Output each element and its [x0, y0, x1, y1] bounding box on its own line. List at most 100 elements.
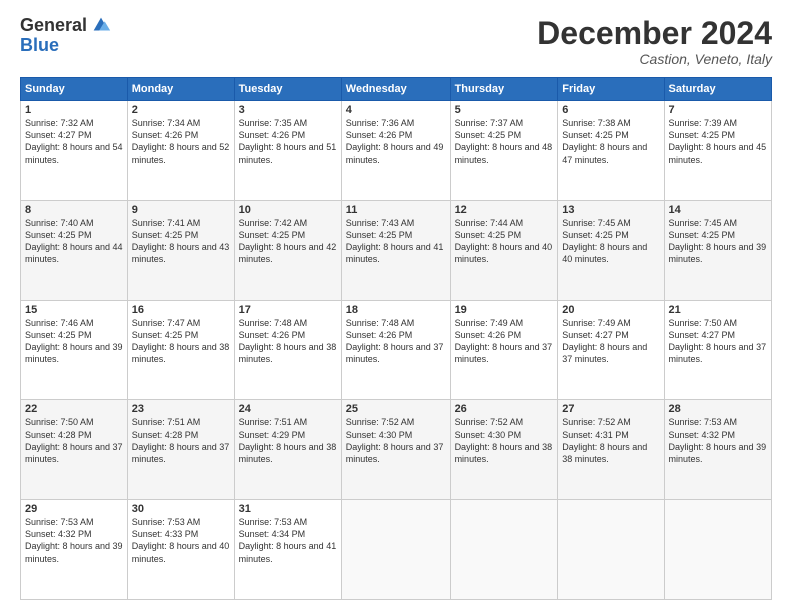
day-info: Sunrise: 7:45 AMSunset: 4:25 PMDaylight:… — [669, 217, 767, 266]
calendar-cell: 7Sunrise: 7:39 AMSunset: 4:25 PMDaylight… — [664, 101, 771, 201]
weekday-sunday: Sunday — [21, 78, 128, 101]
day-info: Sunrise: 7:41 AMSunset: 4:25 PMDaylight:… — [132, 217, 230, 266]
month-title: December 2024 — [537, 16, 772, 51]
day-number: 23 — [132, 403, 230, 415]
day-number: 4 — [346, 104, 446, 116]
day-number: 7 — [669, 104, 767, 116]
page: General Blue December 2024 Castion, Vene… — [0, 0, 792, 612]
day-info: Sunrise: 7:53 AMSunset: 4:32 PMDaylight:… — [25, 516, 123, 565]
day-info: Sunrise: 7:51 AMSunset: 4:28 PMDaylight:… — [132, 416, 230, 465]
location-subtitle: Castion, Veneto, Italy — [537, 51, 772, 67]
day-info: Sunrise: 7:51 AMSunset: 4:29 PMDaylight:… — [239, 416, 337, 465]
day-info: Sunrise: 7:50 AMSunset: 4:28 PMDaylight:… — [25, 416, 123, 465]
calendar-cell: 10Sunrise: 7:42 AMSunset: 4:25 PMDayligh… — [234, 200, 341, 300]
day-info: Sunrise: 7:53 AMSunset: 4:33 PMDaylight:… — [132, 516, 230, 565]
day-number: 12 — [455, 204, 554, 216]
day-info: Sunrise: 7:53 AMSunset: 4:34 PMDaylight:… — [239, 516, 337, 565]
calendar-cell: 22Sunrise: 7:50 AMSunset: 4:28 PMDayligh… — [21, 400, 128, 500]
day-number: 28 — [669, 403, 767, 415]
day-number: 6 — [562, 104, 659, 116]
day-info: Sunrise: 7:35 AMSunset: 4:26 PMDaylight:… — [239, 117, 337, 166]
calendar-cell: 21Sunrise: 7:50 AMSunset: 4:27 PMDayligh… — [664, 300, 771, 400]
day-info: Sunrise: 7:49 AMSunset: 4:27 PMDaylight:… — [562, 317, 659, 366]
calendar-cell: 18Sunrise: 7:48 AMSunset: 4:26 PMDayligh… — [341, 300, 450, 400]
day-info: Sunrise: 7:37 AMSunset: 4:25 PMDaylight:… — [455, 117, 554, 166]
day-info: Sunrise: 7:48 AMSunset: 4:26 PMDaylight:… — [239, 317, 337, 366]
calendar-cell: 26Sunrise: 7:52 AMSunset: 4:30 PMDayligh… — [450, 400, 558, 500]
calendar-cell: 31Sunrise: 7:53 AMSunset: 4:34 PMDayligh… — [234, 500, 341, 600]
calendar-cell — [664, 500, 771, 600]
day-info: Sunrise: 7:43 AMSunset: 4:25 PMDaylight:… — [346, 217, 446, 266]
day-number: 3 — [239, 104, 337, 116]
calendar-cell: 2Sunrise: 7:34 AMSunset: 4:26 PMDaylight… — [127, 101, 234, 201]
calendar-cell: 16Sunrise: 7:47 AMSunset: 4:25 PMDayligh… — [127, 300, 234, 400]
day-info: Sunrise: 7:39 AMSunset: 4:25 PMDaylight:… — [669, 117, 767, 166]
calendar-cell: 28Sunrise: 7:53 AMSunset: 4:32 PMDayligh… — [664, 400, 771, 500]
day-number: 8 — [25, 204, 123, 216]
week-row-1: 8Sunrise: 7:40 AMSunset: 4:25 PMDaylight… — [21, 200, 772, 300]
day-number: 22 — [25, 403, 123, 415]
logo: General Blue — [20, 16, 112, 56]
day-info: Sunrise: 7:47 AMSunset: 4:25 PMDaylight:… — [132, 317, 230, 366]
day-info: Sunrise: 7:34 AMSunset: 4:26 PMDaylight:… — [132, 117, 230, 166]
calendar-cell: 17Sunrise: 7:48 AMSunset: 4:26 PMDayligh… — [234, 300, 341, 400]
calendar-cell: 19Sunrise: 7:49 AMSunset: 4:26 PMDayligh… — [450, 300, 558, 400]
week-row-4: 29Sunrise: 7:53 AMSunset: 4:32 PMDayligh… — [21, 500, 772, 600]
day-number: 9 — [132, 204, 230, 216]
week-row-3: 22Sunrise: 7:50 AMSunset: 4:28 PMDayligh… — [21, 400, 772, 500]
weekday-wednesday: Wednesday — [341, 78, 450, 101]
day-number: 1 — [25, 104, 123, 116]
day-number: 13 — [562, 204, 659, 216]
header: General Blue December 2024 Castion, Vene… — [20, 16, 772, 67]
day-number: 17 — [239, 304, 337, 316]
day-info: Sunrise: 7:48 AMSunset: 4:26 PMDaylight:… — [346, 317, 446, 366]
calendar-cell: 12Sunrise: 7:44 AMSunset: 4:25 PMDayligh… — [450, 200, 558, 300]
day-info: Sunrise: 7:52 AMSunset: 4:30 PMDaylight:… — [455, 416, 554, 465]
calendar-cell: 30Sunrise: 7:53 AMSunset: 4:33 PMDayligh… — [127, 500, 234, 600]
weekday-thursday: Thursday — [450, 78, 558, 101]
calendar-cell: 5Sunrise: 7:37 AMSunset: 4:25 PMDaylight… — [450, 101, 558, 201]
calendar-cell: 6Sunrise: 7:38 AMSunset: 4:25 PMDaylight… — [558, 101, 664, 201]
calendar-cell: 3Sunrise: 7:35 AMSunset: 4:26 PMDaylight… — [234, 101, 341, 201]
logo-general: General — [20, 16, 87, 36]
week-row-2: 15Sunrise: 7:46 AMSunset: 4:25 PMDayligh… — [21, 300, 772, 400]
weekday-friday: Friday — [558, 78, 664, 101]
day-number: 2 — [132, 104, 230, 116]
calendar-cell — [450, 500, 558, 600]
day-info: Sunrise: 7:53 AMSunset: 4:32 PMDaylight:… — [669, 416, 767, 465]
calendar-cell: 15Sunrise: 7:46 AMSunset: 4:25 PMDayligh… — [21, 300, 128, 400]
day-info: Sunrise: 7:42 AMSunset: 4:25 PMDaylight:… — [239, 217, 337, 266]
day-info: Sunrise: 7:45 AMSunset: 4:25 PMDaylight:… — [562, 217, 659, 266]
day-number: 27 — [562, 403, 659, 415]
day-number: 18 — [346, 304, 446, 316]
day-number: 31 — [239, 503, 337, 515]
day-number: 11 — [346, 204, 446, 216]
calendar-cell: 11Sunrise: 7:43 AMSunset: 4:25 PMDayligh… — [341, 200, 450, 300]
day-number: 16 — [132, 304, 230, 316]
day-info: Sunrise: 7:49 AMSunset: 4:26 PMDaylight:… — [455, 317, 554, 366]
calendar-cell: 1Sunrise: 7:32 AMSunset: 4:27 PMDaylight… — [21, 101, 128, 201]
calendar-cell: 24Sunrise: 7:51 AMSunset: 4:29 PMDayligh… — [234, 400, 341, 500]
calendar-cell: 4Sunrise: 7:36 AMSunset: 4:26 PMDaylight… — [341, 101, 450, 201]
weekday-saturday: Saturday — [664, 78, 771, 101]
day-number: 26 — [455, 403, 554, 415]
calendar-cell: 27Sunrise: 7:52 AMSunset: 4:31 PMDayligh… — [558, 400, 664, 500]
day-number: 21 — [669, 304, 767, 316]
title-block: December 2024 Castion, Veneto, Italy — [537, 16, 772, 67]
day-info: Sunrise: 7:38 AMSunset: 4:25 PMDaylight:… — [562, 117, 659, 166]
calendar-cell: 23Sunrise: 7:51 AMSunset: 4:28 PMDayligh… — [127, 400, 234, 500]
logo-icon — [90, 14, 112, 36]
day-number: 19 — [455, 304, 554, 316]
calendar-table: SundayMondayTuesdayWednesdayThursdayFrid… — [20, 77, 772, 600]
day-info: Sunrise: 7:46 AMSunset: 4:25 PMDaylight:… — [25, 317, 123, 366]
logo-text: General Blue — [20, 16, 112, 56]
calendar-cell — [558, 500, 664, 600]
calendar-cell: 14Sunrise: 7:45 AMSunset: 4:25 PMDayligh… — [664, 200, 771, 300]
calendar-cell: 25Sunrise: 7:52 AMSunset: 4:30 PMDayligh… — [341, 400, 450, 500]
calendar-cell — [341, 500, 450, 600]
day-number: 24 — [239, 403, 337, 415]
day-number: 25 — [346, 403, 446, 415]
day-number: 30 — [132, 503, 230, 515]
weekday-tuesday: Tuesday — [234, 78, 341, 101]
logo-blue: Blue — [20, 36, 112, 56]
